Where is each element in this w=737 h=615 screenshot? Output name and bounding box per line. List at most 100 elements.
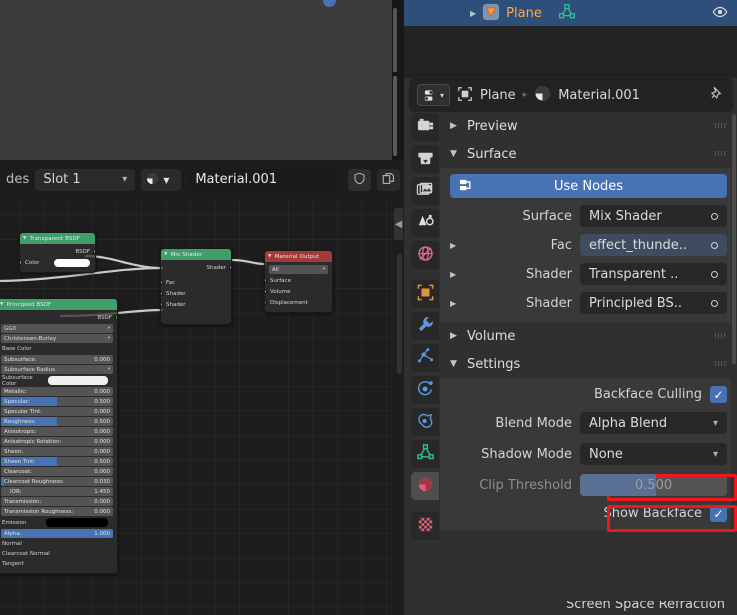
tab-world[interactable] [411, 241, 439, 269]
node-prop-base-color[interactable]: Base Color [0, 344, 117, 354]
node-prop-clearcoat-roughness[interactable]: Clearcoat Roughness: 0.030 [1, 477, 113, 486]
color-swatch[interactable] [46, 518, 108, 527]
node-output-shader[interactable]: Shader [161, 262, 231, 273]
expander-icon[interactable]: ▶ [450, 299, 460, 308]
socket-color-in[interactable] [20, 260, 22, 265]
socket-shader-out[interactable] [229, 265, 231, 270]
disclosure-triangle-icon[interactable]: ▶ [470, 9, 476, 18]
node-input-surface[interactable]: Surface [265, 275, 332, 286]
node-target-dropdown[interactable]: All ▾ [269, 265, 328, 274]
socket-shader-in[interactable] [161, 291, 163, 296]
node-prop-sheen-tint[interactable]: Sheen Tint: 0.500 [1, 457, 113, 466]
node-prop-roughness[interactable]: Roughness: 0.500 [1, 417, 113, 426]
expander-icon[interactable]: ▶ [450, 241, 460, 250]
node-prop-sheen[interactable]: Sheen: 0.000 [1, 447, 113, 456]
viewport-gizmo-dot[interactable] [323, 0, 336, 7]
mesh-data-icon[interactable] [558, 3, 576, 24]
panel-header-preview[interactable]: ▶ Preview ⁞⁞⁞⁞ [440, 112, 737, 140]
node-header[interactable]: ▼ Mix Shader [161, 249, 231, 260]
clip-threshold-slider[interactable]: 0.500 [580, 474, 727, 496]
node-prop-emission[interactable]: Emission [0, 517, 117, 528]
outliner-selected-row[interactable]: ▶ Plane [404, 0, 737, 26]
socket-surface-in[interactable] [265, 278, 267, 283]
breadcrumb-object-name[interactable]: Plane [480, 88, 516, 103]
new-material-button[interactable] [377, 168, 400, 191]
socket-fac-in[interactable] [161, 280, 163, 285]
node-input-shader-2[interactable]: Shader [161, 299, 231, 310]
node-prop-subsurface-radius[interactable]: Subsurface Radius ▾ [1, 365, 113, 374]
node-canvas-scrollbar[interactable] [397, 254, 402, 374]
browse-material-dropdown[interactable]: ▾ [141, 168, 182, 191]
node-prop-alpha[interactable]: Alpha: 1.000 [1, 529, 113, 538]
tab-scene[interactable] [411, 209, 439, 237]
blend-mode-dropdown[interactable]: Alpha Blend ▾ [580, 412, 727, 434]
node-prop-anisotropic[interactable]: Anisotropic: 0.000 [1, 427, 113, 436]
socket-shader-in[interactable] [161, 302, 163, 307]
shader1-field[interactable]: Transparent .. [580, 263, 727, 285]
object-data-icon[interactable] [457, 86, 473, 105]
tab-texture[interactable] [411, 512, 439, 540]
tab-particles[interactable] [411, 344, 439, 372]
node-prop-normal[interactable]: Normal [0, 539, 117, 549]
pin-icon[interactable] [708, 85, 725, 105]
node-prop-specular[interactable]: Specular: 0.500 [1, 397, 113, 406]
node-input-volume[interactable]: Volume [265, 286, 332, 297]
expander-icon[interactable]: ▶ [450, 270, 460, 279]
material-name-field[interactable]: Material.001 [187, 168, 342, 191]
collapse-triangle-icon[interactable]: ▼ [268, 254, 272, 259]
node-prop-clearcoat-normal[interactable]: Clearcoat Normal [0, 549, 117, 559]
tab-view-layer[interactable] [411, 177, 439, 205]
fac-linked-field[interactable]: effect_thunde.. [580, 234, 727, 256]
node-prop-tangent[interactable]: Tangent [0, 559, 117, 569]
tab-modifiers[interactable] [411, 312, 439, 340]
socket-shader-out[interactable] [93, 249, 95, 254]
node-material-output[interactable]: ▼ Material Output All ▾ Surface Volume D… [264, 250, 333, 313]
eye-icon[interactable] [711, 3, 729, 24]
panel-header-surface[interactable]: ▼ Surface ⁞⁞⁞⁞ [440, 140, 737, 168]
node-mix-shader[interactable]: ▼ Mix Shader Shader Fac Shader Shader [160, 248, 232, 325]
node-input-color[interactable]: Color [20, 257, 95, 268]
color-swatch[interactable] [47, 376, 108, 385]
properties-scrollbar[interactable] [731, 112, 737, 615]
tab-object[interactable] [411, 280, 439, 308]
panel-header-volume[interactable]: ▶ Volume ⁞⁞⁞⁞ [440, 322, 737, 350]
use-nodes-button[interactable]: Use Nodes [450, 174, 727, 198]
viewport-scrollbar-v2[interactable] [392, 72, 398, 160]
shader-node-canvas[interactable]: ▼ Transparent BSDF BSDF Color ▼ Mix Shad… [0, 198, 404, 615]
node-prop-subsurface-color[interactable]: Subsurface Color [0, 375, 117, 387]
properties-editor-icon[interactable]: ▾ [417, 84, 450, 106]
node-output-bsdf[interactable]: BSDF [20, 246, 95, 257]
material-slot-dropdown[interactable]: Slot 1 ▾ [35, 168, 136, 191]
node-prop-anisotropic-rotation[interactable]: Anisotropic Rotation: 0.000 [1, 437, 113, 446]
node-distribution-dropdown[interactable]: GGX ▾ [1, 324, 113, 333]
node-prop-ior[interactable]: IOR: 1.450 [1, 487, 113, 496]
tab-constraints[interactable] [411, 408, 439, 436]
node-prop-specular-tint[interactable]: Specular Tint: 0.000 [1, 407, 113, 416]
shader2-field[interactable]: Principled BS.. [580, 292, 727, 314]
node-input-shader-1[interactable]: Shader [161, 288, 231, 299]
tab-material[interactable] [411, 472, 439, 500]
material-sphere-icon[interactable] [534, 85, 551, 105]
viewport-3d[interactable] [0, 0, 398, 160]
backface-culling-checkbox[interactable]: ✓ [710, 386, 727, 403]
collapse-triangle-icon[interactable]: ▼ [164, 252, 168, 257]
socket-volume-in[interactable] [265, 289, 267, 294]
breadcrumb-material-name[interactable]: Material.001 [558, 88, 640, 103]
node-input-fac[interactable]: Fac [161, 277, 231, 288]
color-swatch[interactable] [54, 258, 90, 267]
node-prop-transmission[interactable]: Transmission: 0.000 [1, 497, 113, 506]
node-principled-bsdf[interactable]: ▼ Principled BSDF BSDF GGX ▾ Christensen… [0, 298, 118, 574]
shadow-mode-dropdown[interactable]: None ▾ [580, 443, 727, 465]
node-prop-transmission-roughness[interactable]: Transmission Roughness: 0.000 [1, 507, 113, 516]
node-header[interactable]: ▼ Principled BSDF [0, 299, 117, 310]
node-transparent-bsdf[interactable]: ▼ Transparent BSDF BSDF Color [19, 232, 96, 273]
outliner-empty-area[interactable] [404, 26, 737, 78]
node-prop-metallic[interactable]: Metallic: 0.000 [1, 387, 113, 396]
show-backface-checkbox[interactable]: ✓ [710, 505, 727, 522]
socket-displacement-in[interactable] [265, 300, 267, 305]
node-input-displacement[interactable]: Displacement [265, 297, 332, 308]
node-prop-clearcoat[interactable]: Clearcoat: 0.000 [1, 467, 113, 476]
node-prop-subsurface[interactable]: Subsurface: 0.000 [1, 355, 113, 364]
fake-user-button[interactable] [348, 168, 371, 191]
node-output-bsdf[interactable]: BSDF [0, 312, 117, 323]
